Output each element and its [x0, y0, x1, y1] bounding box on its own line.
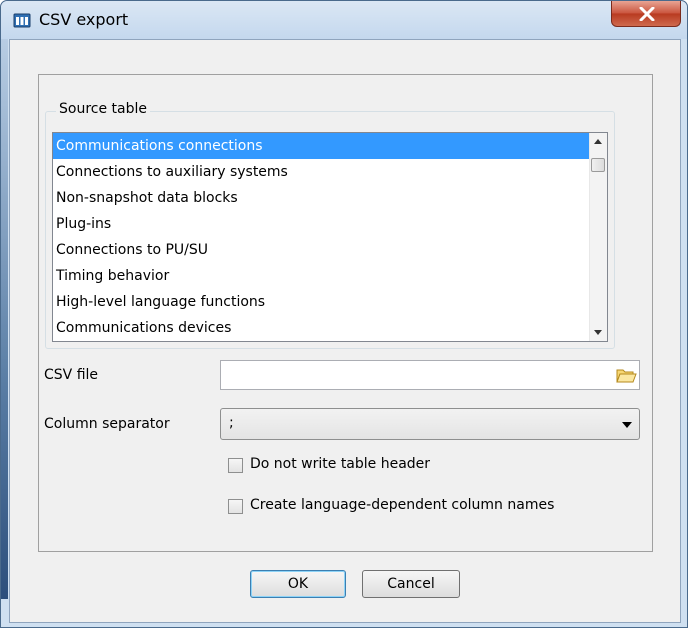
language-columns-checkbox[interactable]	[228, 499, 243, 514]
list-item[interactable]: Connections to auxiliary systems	[53, 159, 590, 185]
window-frame-edge	[1, 39, 8, 599]
dialog-client-area: Source table Communications connections C…	[9, 39, 681, 623]
csv-file-input[interactable]	[220, 360, 640, 390]
list-item[interactable]: Non-snapshot data blocks	[53, 185, 590, 211]
list-item[interactable]: Communications devices	[53, 315, 590, 341]
arrow-down-icon	[594, 330, 602, 335]
source-table-listbox[interactable]: Communications connections Connections to…	[52, 132, 608, 342]
app-icon	[13, 12, 31, 29]
arrow-up-icon	[594, 139, 602, 144]
source-table-label: Source table	[56, 101, 150, 117]
no-header-label[interactable]: Do not write table header	[250, 456, 430, 472]
list-item[interactable]: Plug-ins	[53, 211, 590, 237]
list-item[interactable]: Connections to PU/SU	[53, 237, 590, 263]
source-table-items: Communications connections Connections to…	[53, 133, 590, 341]
scroll-thumb[interactable]	[591, 158, 605, 172]
cancel-button[interactable]: Cancel	[362, 570, 460, 598]
no-header-checkbox[interactable]	[228, 458, 243, 473]
folder-open-icon	[616, 369, 637, 383]
window-title: CSV export	[39, 10, 129, 29]
language-columns-label[interactable]: Create language-dependent column names	[250, 497, 554, 513]
column-separator-label: Column separator	[44, 416, 170, 432]
scroll-down-button[interactable]	[590, 324, 607, 341]
list-item[interactable]: Timing behavior	[53, 263, 590, 289]
csv-file-label: CSV file	[44, 367, 99, 383]
close-button[interactable]	[611, 1, 681, 27]
column-separator-select[interactable]: ;	[220, 408, 640, 440]
title-bar[interactable]: CSV export	[1, 1, 687, 39]
column-separator-value: ;	[229, 415, 234, 431]
browse-button[interactable]	[615, 365, 637, 385]
close-x-icon	[639, 7, 655, 21]
csv-export-dialog: CSV export Source table Communications c…	[0, 0, 688, 628]
list-item[interactable]: High-level language functions	[53, 289, 590, 315]
list-item[interactable]: Communications connections	[53, 133, 590, 159]
scroll-up-button[interactable]	[590, 133, 607, 150]
vertical-scrollbar[interactable]	[589, 133, 607, 341]
chevron-down-icon	[622, 422, 632, 428]
ok-button[interactable]: OK	[250, 570, 346, 598]
